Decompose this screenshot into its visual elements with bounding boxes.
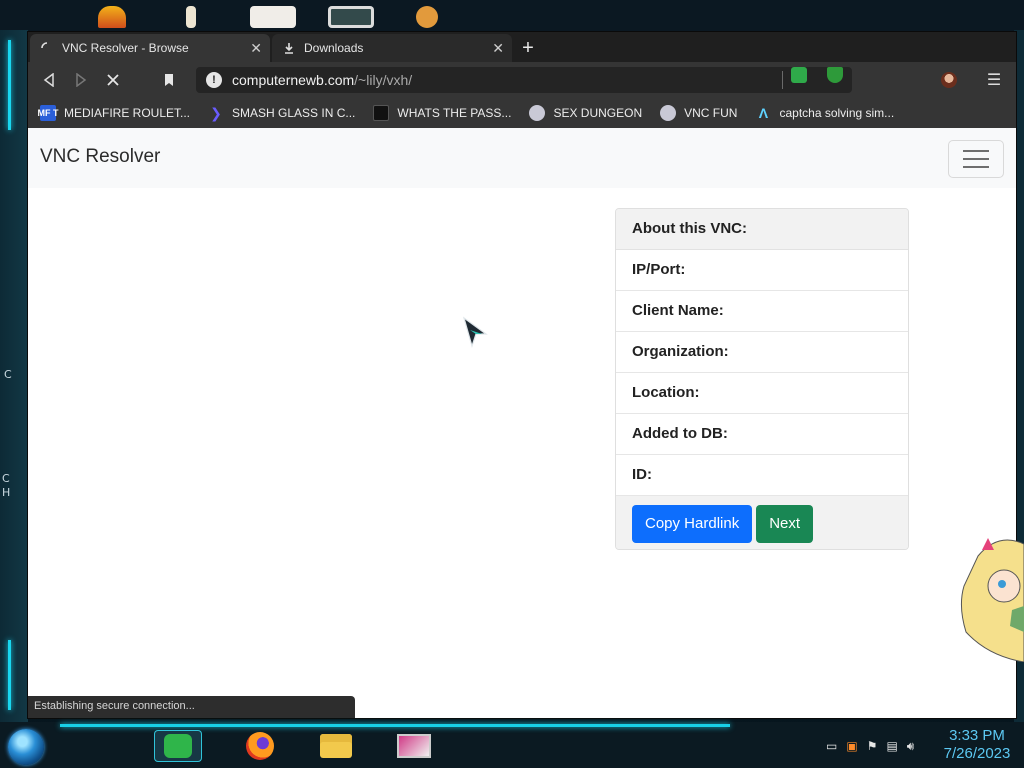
info-row-client-name: Client Name: [616,291,908,332]
urlbar-separator [782,71,783,89]
monitor-icon [397,734,431,758]
bookmark-item[interactable]: MF T MEDIAFIRE ROULET... [38,105,191,121]
system-tray: ▭ ▣ ⚑ ▤ 🔊︎ [826,739,914,754]
info-row-location: Location: [616,373,908,414]
desktop-edge-text: H [2,486,11,499]
new-tab-button[interactable]: + [516,36,540,60]
tab-label: Downloads [304,41,364,55]
desktop-icon-strip [90,4,510,30]
taskbar-app-firefox[interactable] [236,730,284,762]
dark-square-icon [373,105,390,121]
bookmark-item[interactable]: VNC FUN [660,105,737,121]
bookmark-item[interactable]: SEX DUNGEON [529,105,642,121]
desktop-edge-text: C [4,368,12,381]
bookmark-label: captcha solving sim... [779,106,895,120]
volume-icon[interactable]: 🔊︎ [907,739,915,754]
keyboard-icon[interactable]: ▭ [826,739,837,754]
bookmark-item[interactable]: ❯ SMASH GLASS IN C... [208,105,355,121]
stop-loading-button[interactable] [102,69,124,91]
clock-time: 3:33 PM [949,727,1005,744]
notes-icon [164,734,192,758]
neon-accent [8,40,11,130]
bookmark-icon[interactable] [158,69,180,91]
network-icon[interactable]: ▤ [886,739,897,754]
neon-accent [8,640,11,710]
copy-hardlink-button[interactable]: Copy Hardlink [632,504,753,543]
user-icon[interactable] [416,6,438,28]
download-icon [282,41,296,55]
taskbar-app-media[interactable] [390,730,438,762]
info-row-id: ID: [616,455,908,496]
loading-spinner-icon [40,41,54,55]
start-button[interactable] [8,729,44,765]
chevron-bookmark-icon: ❯ [210,104,222,121]
notes-extension-icon[interactable] [791,67,807,83]
next-button[interactable]: Next [756,504,814,543]
url-host: computernewb.com [232,72,355,88]
page-content: VNC Resolver About this VNC: IP/Port: Cl… [28,128,1016,718]
mediafire-icon: MF T [38,105,59,121]
vnc-info-card: About this VNC: IP/Port: Client Name: Or… [615,208,909,550]
navbar-toggle-button[interactable] [948,140,1004,178]
hamburger-line [963,150,989,152]
taskbar-app-notes[interactable] [154,730,202,762]
browser-window: VNC Resolver - Browse ✕ Downloads ✕ + ! … [28,32,1016,718]
bookmark-item[interactable]: Λ captcha solving sim... [755,105,894,121]
bookmark-label: VNC FUN [684,106,738,120]
close-tab-icon[interactable]: ✕ [492,40,504,57]
arch-icon: Λ [758,105,769,121]
java-update-icon[interactable]: ▣ [846,739,857,754]
hamburger-line [963,166,989,168]
helmet-icon [529,105,546,121]
terminal-icon[interactable] [328,6,374,28]
document-icon[interactable] [250,6,296,28]
firefox-icon [246,732,274,760]
info-row-ip-port: IP/Port: [616,250,908,291]
shield-extension-icon[interactable] [827,67,843,83]
tab-vnc-resolver[interactable]: VNC Resolver - Browse ✕ [30,34,270,62]
close-tab-icon[interactable]: ✕ [250,40,262,57]
bookmark-label: WHATS THE PASS... [397,106,512,120]
card-footer: Copy Hardlink Next [616,496,908,549]
helmet-icon [660,105,677,121]
bookmark-label: SMASH GLASS IN C... [232,106,356,120]
taskbar-app-file-explorer[interactable] [312,730,360,762]
bookmark-item[interactable]: WHATS THE PASS... [373,105,511,121]
card-header: About this VNC: [616,209,908,250]
action-center-flag-icon[interactable]: ⚑ [867,739,878,754]
site-info-icon[interactable]: ! [206,72,222,88]
folder-icon [320,734,352,758]
system-clock[interactable]: 3:33 PM 7/26/2023 [934,727,1020,763]
tab-downloads[interactable]: Downloads ✕ [272,34,512,62]
tab-strip: VNC Resolver - Browse ✕ Downloads ✕ + [28,32,1016,62]
mouse-cursor-icon [462,316,488,348]
flame-icon[interactable] [98,6,126,28]
url-path: /~lily/vxh/ [354,72,413,88]
status-bubble: Establishing secure connection... [28,696,355,718]
hamburger-line [963,158,989,160]
cartoon-character-sticker [960,538,1024,662]
browser-toolbar: ! computernewb.com/~lily/vxh/ ☰ [28,62,1016,98]
site-navbar: VNC Resolver [28,128,1016,188]
back-button[interactable] [38,69,60,91]
browser-menu-icon[interactable]: ☰ [986,70,1002,90]
address-bar[interactable]: ! computernewb.com/~lily/vxh/ [196,67,852,93]
taskbar-neon-strip [60,724,730,727]
brand-title[interactable]: VNC Resolver [40,146,160,168]
clock-date: 7/26/2023 [943,745,1011,762]
bookmark-label: SEX DUNGEON [553,106,643,120]
bookmark-label: MEDIAFIRE ROULET... [64,106,191,120]
forward-button[interactable] [70,69,92,91]
desktop-edge-text: C [2,472,10,485]
bookmarks-bar: MF T MEDIAFIRE ROULET... ❯ SMASH GLASS I… [28,98,1016,128]
profile-avatar[interactable] [941,72,957,88]
info-row-added-to-db: Added to DB: [616,414,908,455]
candle-icon[interactable] [186,6,196,28]
info-row-organization: Organization: [616,332,908,373]
tab-label: VNC Resolver - Browse [62,41,189,55]
